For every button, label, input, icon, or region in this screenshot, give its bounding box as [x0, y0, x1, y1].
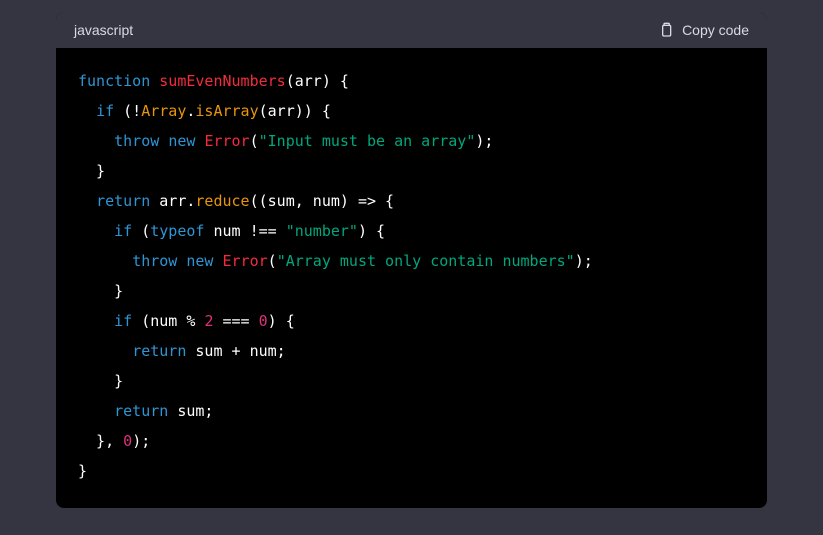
copy-code-label: Copy code: [682, 22, 749, 38]
code-header: javascript Copy code: [56, 12, 767, 48]
code-content[interactable]: function sumEvenNumbers(arr) { if (!Arra…: [56, 48, 767, 508]
clipboard-icon: [658, 21, 674, 39]
language-label: javascript: [74, 22, 133, 38]
copy-code-button[interactable]: Copy code: [658, 21, 749, 39]
code-block: javascript Copy code function sumEvenNum…: [56, 12, 767, 508]
